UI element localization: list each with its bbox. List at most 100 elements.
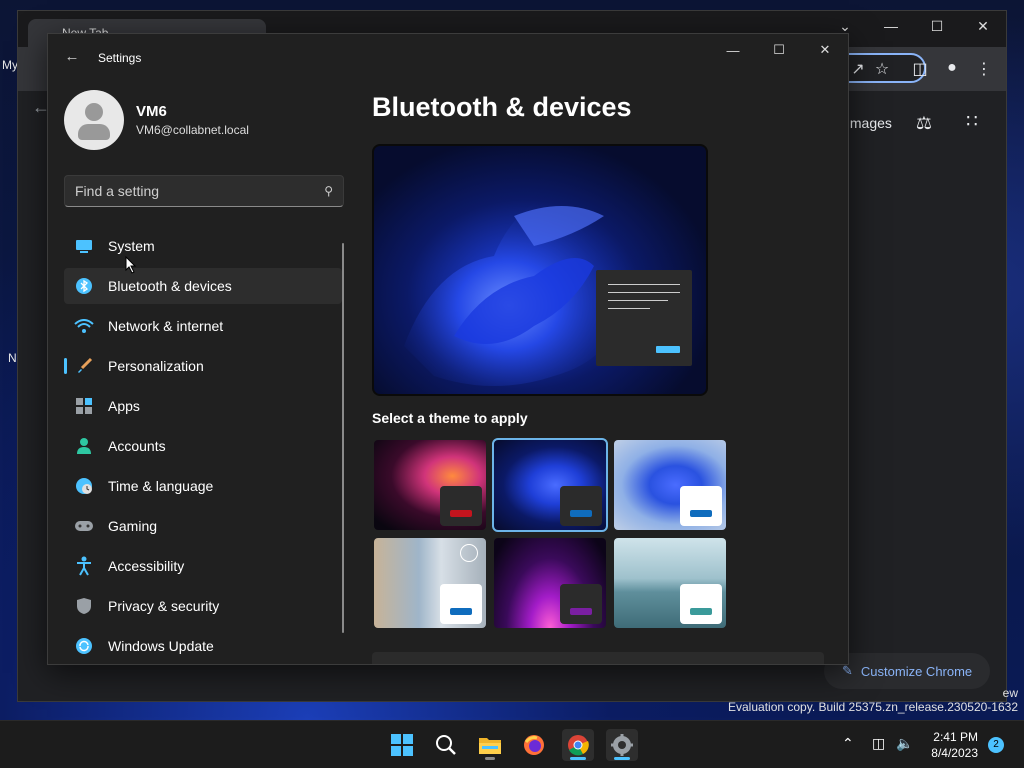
theme-section-label: Select a theme to apply [372,410,528,426]
sidebar-item-label: Privacy & security [108,598,220,614]
clock-time: 2:41 PM [933,730,978,744]
sidebar-item-accessibility[interactable]: Accessibility [64,548,342,584]
search-input[interactable] [75,183,325,199]
sidebar-item-label: Network & internet [108,318,224,334]
brush-icon [74,356,94,376]
close-button[interactable]: ✕ [802,34,848,66]
labs-flask-icon[interactable]: ⚖ [914,113,934,134]
titlebar: ← Settings — ☐ ✕ [48,34,848,80]
volume-icon[interactable]: 🔈 [896,735,913,752]
preview-dialog [596,270,692,366]
sidebar-item-label: Gaming [108,518,158,534]
images-link[interactable]: Images [846,115,892,131]
sidebar-item-system[interactable]: System [64,228,342,264]
minimize-button[interactable]: — [710,34,756,66]
back-arrow-icon[interactable]: ← [62,48,82,68]
shield-icon [74,596,94,616]
theme-tile-windows-dark[interactable] [492,438,608,532]
close-button[interactable]: ✕ [960,11,1006,41]
sidebar-item-label: System [108,238,155,254]
chrome-window-controls: ⌄ — ☐ ✕ [822,11,1006,41]
start-icon[interactable] [386,729,418,761]
user-email: VM6@collabnet.local [136,123,249,137]
pencil-icon: ✎ [842,663,853,678]
sidebar-item-gaming[interactable]: Gaming [64,508,342,544]
theme-preview [372,144,708,396]
settings-window: ← Settings — ☐ ✕ VM6 VM6@collabnet.local… [47,33,849,665]
sidebar-scrollbar[interactable] [342,243,344,633]
sidebar-item-privacy[interactable]: Privacy & security [64,588,342,624]
theme-tile-windows-light[interactable] [614,440,726,530]
search-icon[interactable]: ⚲ [324,184,333,198]
page-title: Bluetooth & devices [372,92,632,122]
theme-tile-sunrise[interactable] [494,538,606,628]
watermark-partial: ew [1002,686,1018,700]
mouse-cursor-icon [125,256,137,274]
sidebar-item-apps[interactable]: Apps [64,388,342,424]
sidebar-item-label: Time & language [108,478,214,494]
customize-chrome-label: Customize Chrome [860,663,973,679]
wifi-icon [74,316,94,336]
clock-date: 8/4/2023 [931,746,978,760]
maximize-button[interactable]: ☐ [914,11,960,41]
user-profile[interactable]: VM6 VM6@collabnet.local [64,90,249,150]
theme-tile-flow[interactable] [614,538,726,628]
slideshow-badge-icon [460,544,478,562]
settings-icon[interactable] [606,729,638,761]
theme-tile-glow[interactable] [374,440,486,530]
bluetooth-icon [74,276,94,296]
globe-clock-icon [74,476,94,496]
avatar [64,90,124,150]
gamepad-icon [74,516,94,536]
sidebar-item-label: Personalization [108,358,204,374]
system-icon [74,236,94,256]
theme-tile-captured-motion[interactable] [374,538,486,628]
network-icon[interactable]: ◫ [872,735,885,752]
sidebar-item-label: Apps [108,398,140,414]
app-title: Settings [98,51,142,65]
sidebar-item-bluetooth[interactable]: Bluetooth & devices [64,268,342,304]
share-icon[interactable]: ↗ [848,59,868,79]
sidebar-item-personalization[interactable]: Personalization [64,348,342,384]
update-icon [74,636,94,656]
chrome-icon[interactable] [562,729,594,761]
sidebar-item-label: Windows Update [108,638,214,654]
apps-grid-icon[interactable]: ∷ [962,111,982,132]
desktop-label: N [8,351,17,365]
sidebar-item-label: Accessibility [108,558,185,574]
apps-icon [74,396,94,416]
bookmark-star-icon[interactable]: ☆ [872,59,892,79]
search-icon[interactable] [430,729,462,761]
user-name: VM6 [136,103,167,120]
theme-swatch [440,486,482,526]
maximize-button[interactable]: ☐ [756,34,802,66]
notification-badge[interactable]: 2 [988,737,1004,753]
firefox-icon[interactable] [518,729,550,761]
settings-list-row[interactable] [372,652,824,664]
taskbar: ⌃ ◫ 🔈 2:41 PM 8/4/2023 2 [0,720,1024,768]
minimize-button[interactable]: — [868,11,914,41]
sidebar-item-time-language[interactable]: Time & language [64,468,342,504]
side-panel-icon[interactable]: ◫ [910,59,930,79]
theme-swatch [680,486,722,526]
person-icon [74,436,94,456]
file-explorer-icon[interactable] [474,729,506,761]
sidebar-item-label: Accounts [108,438,166,454]
preview-accent-button [656,346,680,353]
profile-icon[interactable]: ● [942,59,962,77]
desktop-label: My [2,58,18,72]
evaluation-watermark: ew Evaluation copy. Build 25375.zn_relea… [728,686,1018,714]
watermark-text: Evaluation copy. Build 25375.zn_release.… [728,700,1018,714]
clock[interactable]: 2:41 PM 8/4/2023 [931,729,978,761]
sidebar-item-label: Bluetooth & devices [108,278,232,294]
theme-swatch [440,584,482,624]
search-box[interactable]: ⚲ [64,175,344,207]
kebab-menu-icon[interactable]: ⋮ [974,59,994,79]
accessibility-icon [74,556,94,576]
sidebar-item-network[interactable]: Network & internet [64,308,342,344]
sidebar-item-windows-update[interactable]: Windows Update [64,628,342,664]
sidebar-nav: System Bluetooth & devices Network & int… [64,228,342,664]
sidebar-item-accounts[interactable]: Accounts [64,428,342,464]
chevron-up-icon[interactable]: ⌃ [842,735,854,752]
selection-indicator [64,358,67,374]
